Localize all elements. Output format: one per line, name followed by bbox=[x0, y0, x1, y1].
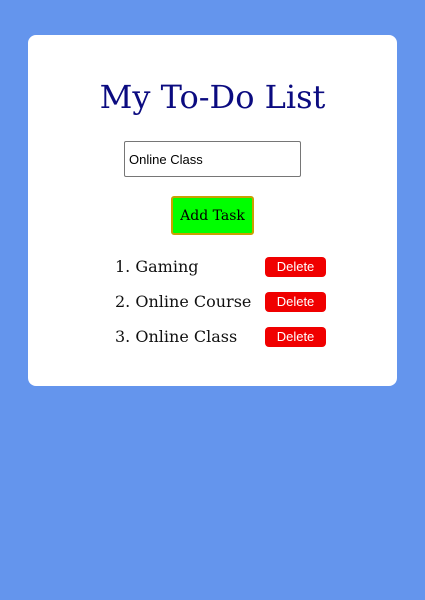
task-label: 3. Online Class bbox=[115, 327, 238, 346]
delete-task-3-button[interactable]: Delete bbox=[265, 327, 326, 347]
add-task-button[interactable]: Add Task bbox=[171, 196, 254, 235]
page-title: My To-Do List bbox=[99, 78, 326, 116]
task-label: 2. Online Course bbox=[115, 292, 252, 311]
delete-task-1-button[interactable]: Delete bbox=[265, 257, 326, 277]
task-label: 1. Gaming bbox=[115, 257, 199, 276]
delete-task-2-button[interactable]: Delete bbox=[265, 292, 326, 312]
task-input[interactable] bbox=[124, 141, 301, 177]
